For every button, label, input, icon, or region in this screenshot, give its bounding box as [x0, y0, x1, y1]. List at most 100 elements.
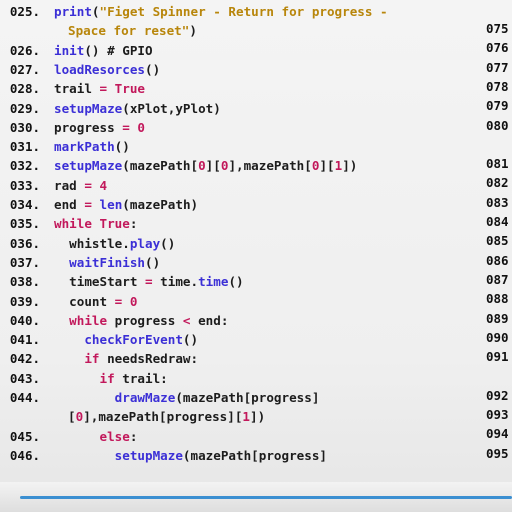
line-number: 036. — [9, 235, 40, 251]
code-text: if needsRedraw: — [54, 350, 198, 368]
right-line-number: 077 — [486, 59, 509, 75]
code-line: Space for reset") — [0, 22, 480, 40]
code-token: play — [129, 235, 161, 251]
code-token: else — [99, 428, 130, 444]
right-line-number: 078 — [486, 78, 509, 94]
code-token: end — [54, 197, 85, 212]
line-number: 028. — [9, 81, 40, 97]
code-token: () — [160, 235, 176, 251]
right-line-number: 089 — [486, 310, 509, 326]
code-line: 030. progress = 0 — [0, 119, 480, 137]
code-line: 028. trail = True — [0, 80, 480, 98]
code-token: len — [99, 197, 123, 212]
right-line-number: 094 — [486, 426, 509, 442]
line-number: 042. — [9, 351, 40, 367]
code-token: (mazePath[ — [122, 158, 199, 174]
code-line: 045. else: — [0, 428, 480, 446]
right-line-number: 091 — [486, 349, 509, 365]
code-token: setupMaze — [54, 100, 123, 116]
code-line: 039. count = 0 — [0, 293, 480, 311]
code-token: () — [145, 254, 161, 270]
code-text: markPath() — [54, 138, 130, 156]
code-token: () — [145, 61, 161, 77]
line-number: 046. — [9, 447, 40, 463]
code-line: 032. setupMaze(mazePath[0][0],mazePath[0]… — [0, 157, 480, 175]
code-token: "Figet Spinner - Return for progress - — [99, 4, 388, 19]
code-token: = — [99, 81, 108, 97]
code-token: ( — [91, 4, 100, 19]
code-token: time. — [152, 274, 199, 290]
line-number: 030. — [9, 119, 40, 135]
code-text: rad = 4 — [54, 177, 107, 195]
code-text: while progress < end: — [54, 312, 228, 330]
code-token: = — [84, 197, 92, 212]
code-text: [0],mazePath[progress][1]) — [68, 408, 265, 426]
code-text: Space for reset") — [68, 22, 197, 40]
line-number: 034. — [9, 197, 40, 212]
code-token: while — [54, 216, 92, 232]
code-token: end: — [190, 312, 229, 328]
code-token: time — [198, 274, 229, 290]
code-line: 031. markPath() — [0, 138, 480, 156]
code-token: = — [122, 119, 130, 135]
code-line: 036. whistle.play() — [0, 235, 480, 253]
code-token: = — [84, 177, 92, 193]
line-number: 041. — [9, 332, 40, 348]
code-token: rad — [54, 177, 85, 193]
code-token: True — [99, 216, 130, 232]
code-token: ]) — [250, 409, 266, 425]
code-line: 044. drawMaze(mazePath[progress] — [0, 389, 480, 407]
line-number: 027. — [9, 61, 40, 77]
code-token: (xPlot,yPlot) — [122, 100, 221, 116]
code-token: [ — [68, 409, 76, 425]
code-token: : — [129, 428, 138, 444]
right-line-number: 082 — [486, 175, 509, 191]
code-line: 034. end = len(mazePath) — [0, 196, 480, 214]
code-line: 041. checkForEvent() — [0, 331, 480, 349]
line-number: 044. — [9, 390, 40, 405]
code-token: setupMaze — [114, 447, 183, 463]
code-text: trail = True — [54, 80, 145, 98]
right-line-number: 080 — [486, 117, 509, 133]
code-token: drawMaze — [114, 390, 176, 405]
line-number: 035. — [9, 216, 40, 232]
code-token: () — [228, 274, 244, 290]
right-line-number: 084 — [486, 214, 509, 229]
right-line-number: 090 — [486, 329, 509, 345]
code-text: setupMaze(mazePath[progress] — [54, 447, 327, 465]
line-number: 032. — [9, 158, 40, 174]
code-token: ],mazePath[progress][ — [83, 409, 243, 425]
code-token: markPath — [54, 139, 115, 155]
code-token: while — [69, 312, 108, 328]
code-line: 037. waitFinish() — [0, 254, 480, 272]
code-token: (mazePath) — [122, 197, 199, 212]
code-token: () — [114, 139, 130, 155]
line-number: 039. — [9, 293, 40, 309]
line-number: 043. — [9, 370, 40, 386]
code-token: trail — [54, 81, 100, 97]
right-line-number: 093 — [486, 407, 509, 422]
right-line-number: 085 — [486, 233, 509, 249]
code-line: [0],mazePath[progress][1]) — [0, 408, 480, 426]
code-token: whistle. — [54, 235, 130, 251]
line-number: 038. — [9, 274, 40, 290]
right-line-number: 087 — [486, 271, 509, 287]
code-line: 026. init() # GPIO — [0, 42, 480, 60]
book-page: 025. print("Figet Spinner - Return for pr… — [0, 0, 512, 512]
code-token: ) — [189, 23, 197, 39]
code-token: 0 — [198, 158, 206, 174]
right-line-number: 095 — [486, 445, 509, 461]
code-token: < — [182, 312, 191, 328]
code-line: 046. setupMaze(mazePath[progress] — [0, 447, 480, 465]
line-number: 033. — [9, 177, 40, 193]
code-text: print("Figet Spinner - Return for progre… — [54, 3, 388, 21]
code-token: ],mazePath[ — [228, 158, 312, 174]
line-number: 026. — [9, 42, 40, 58]
code-token: checkForEvent — [84, 332, 183, 348]
code-token: 0 — [122, 293, 138, 309]
